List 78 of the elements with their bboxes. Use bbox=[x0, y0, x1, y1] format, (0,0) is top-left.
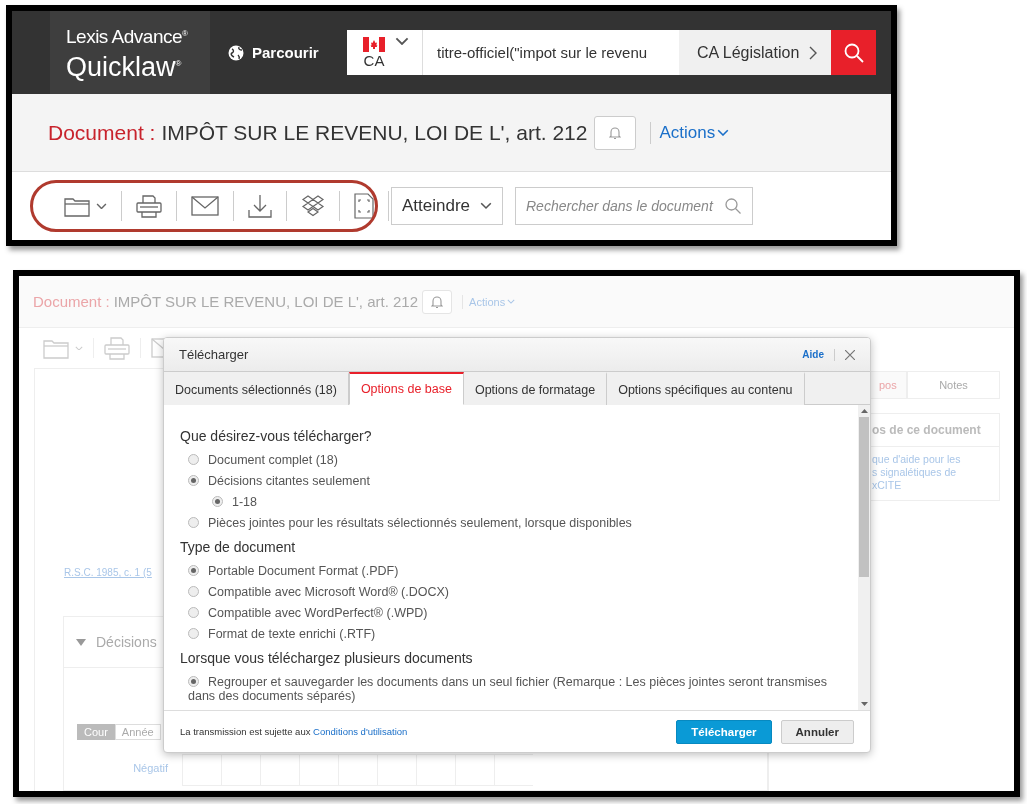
terms-link[interactable]: Conditions d'utilisation bbox=[313, 726, 408, 737]
radio-option[interactable]: Document complet (18) bbox=[180, 450, 842, 471]
logo[interactable]: Lexis Advance$^{®}$ Quicklaw$^{®}$ bbox=[50, 11, 210, 94]
table-cell bbox=[416, 754, 455, 786]
cancel-button[interactable]: Annuler bbox=[780, 719, 854, 744]
section-heading: Lorsque vous téléchargez plusieurs documents bbox=[180, 649, 474, 668]
document-title: IMPÔT SUR LE REVENU, LOI DE L', art. 212 bbox=[161, 120, 588, 145]
document-title: IMPÔT SUR LE REVENU, LOI DE L', art. 212 bbox=[113, 293, 419, 310]
printer-icon[interactable] bbox=[136, 194, 162, 218]
table-cell bbox=[338, 754, 377, 786]
radio-button[interactable] bbox=[188, 607, 199, 618]
caret-icon bbox=[96, 202, 107, 210]
radio-option[interactable]: Compatible avec WordPerfect® (.WPD) bbox=[180, 603, 842, 624]
close-icon[interactable] bbox=[845, 349, 855, 360]
radio-button[interactable] bbox=[188, 586, 199, 597]
radio-button[interactable] bbox=[188, 475, 199, 486]
search-icon bbox=[725, 198, 741, 214]
terms-text: La transmission est sujette aux Conditions d'utilisation bbox=[180, 726, 408, 737]
actions-menu[interactable]: Actions bbox=[659, 122, 730, 143]
radio-button[interactable] bbox=[212, 496, 223, 507]
search-button[interactable] bbox=[831, 30, 876, 75]
panel-title: Décisions bbox=[96, 634, 157, 650]
goto-dropdown[interactable]: Atteindre bbox=[391, 187, 503, 225]
caret-icon bbox=[507, 299, 516, 304]
logo-text: Lexis Advance$^{®}$ bbox=[66, 25, 189, 49]
radio-option[interactable]: Pièces jointes pour les résultats sélectionnés seulement, lorsque disponibles bbox=[180, 513, 842, 534]
radio-option[interactable]: Portable Document Format (.PDF) bbox=[180, 561, 842, 582]
table-cell bbox=[455, 754, 494, 786]
radio-option[interactable]: Décisions citantes seulement bbox=[180, 471, 842, 492]
dialog-tab[interactable]: Options spécifiques au contenu bbox=[607, 372, 805, 405]
dialog-title: Télécharger bbox=[179, 347, 249, 362]
browse-button[interactable]: Parcourir bbox=[228, 44, 319, 61]
document-label: Document : bbox=[48, 120, 156, 145]
section-heading: Type de document bbox=[180, 538, 297, 557]
table-cell bbox=[182, 754, 221, 786]
dialog-tab[interactable]: Options de formatage bbox=[463, 372, 608, 405]
triangle-icon[interactable] bbox=[76, 638, 86, 646]
caret-icon bbox=[75, 345, 83, 351]
caret-icon bbox=[395, 36, 409, 45]
flag-icon bbox=[363, 36, 385, 52]
source-selector[interactable]: CA Législation bbox=[679, 30, 831, 75]
bell-icon bbox=[609, 125, 622, 140]
caret-icon bbox=[717, 128, 730, 137]
radio-button[interactable] bbox=[188, 676, 199, 687]
dialog-tab[interactable]: Options de base bbox=[348, 372, 464, 405]
radio-option[interactable]: Regrouper et sauvegarder les documents dans un seul fichier (Remarque : Les pièces jointes seront transmises dans des documents séparés) bbox=[180, 672, 842, 707]
radio-button[interactable] bbox=[188, 454, 199, 465]
radio-option[interactable]: Format de texte enrichi (.RTF) bbox=[180, 624, 842, 645]
table-cell bbox=[221, 754, 260, 786]
table-cell bbox=[299, 754, 338, 786]
chevron-icon bbox=[809, 45, 818, 60]
table-cell bbox=[260, 754, 299, 786]
radio-option[interactable]: 1-18 bbox=[180, 492, 842, 513]
globe-icon bbox=[228, 44, 244, 61]
document-search-field[interactable]: Rechercher dans le document bbox=[515, 187, 753, 225]
document-label: Document : bbox=[33, 293, 110, 310]
diamond-boxes-icon[interactable] bbox=[301, 194, 325, 218]
download-icon[interactable] bbox=[248, 194, 272, 218]
table-cell bbox=[494, 754, 533, 786]
radio-button[interactable] bbox=[188, 517, 199, 528]
help-link[interactable]: Aide bbox=[802, 349, 824, 360]
dialog-tab[interactable]: Documents sélectionnés (18) bbox=[164, 372, 349, 405]
up-arrow-icon[interactable] bbox=[860, 409, 868, 413]
down-arrow-icon[interactable] bbox=[860, 702, 868, 706]
caret-icon bbox=[480, 202, 492, 210]
radio-button[interactable] bbox=[188, 565, 199, 576]
bell-icon bbox=[431, 294, 444, 309]
scrollbar[interactable] bbox=[858, 405, 870, 710]
table-cell bbox=[377, 754, 416, 786]
mail-icon[interactable] bbox=[191, 196, 219, 216]
logo-text: Quicklaw$^{®}$ bbox=[66, 50, 183, 82]
radio-option[interactable]: Compatible avec Microsoft Word® (.DOCX) bbox=[180, 582, 842, 603]
folder-icon[interactable] bbox=[64, 195, 90, 217]
page-frame-icon[interactable] bbox=[354, 193, 374, 219]
row-label: Négatif bbox=[132, 761, 168, 774]
search-icon bbox=[843, 42, 864, 63]
radio-button[interactable] bbox=[188, 628, 199, 639]
section-heading: Que désirez-vous télécharger? bbox=[180, 427, 373, 446]
